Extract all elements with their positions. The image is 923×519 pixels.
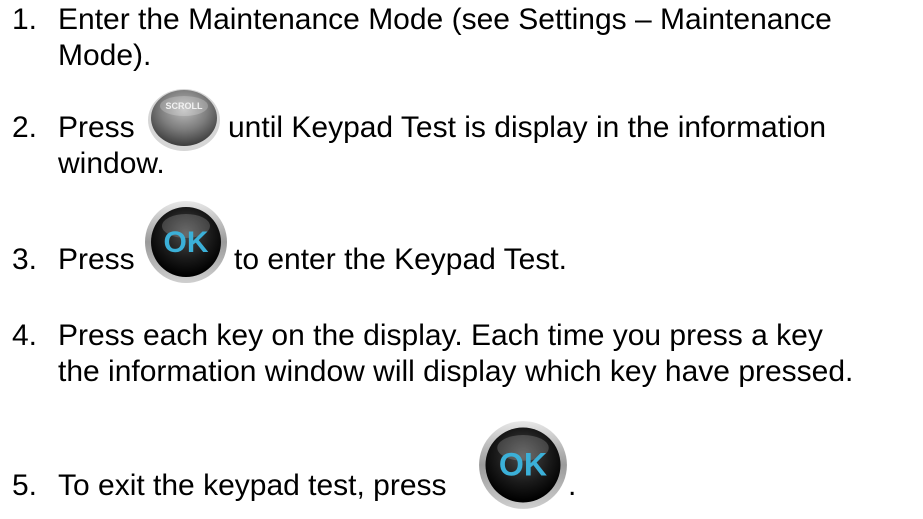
step-text: To exit the keypad test, press: [58, 469, 447, 502]
step-5: 5. To exit the keypad test, press OK .: [0, 0, 923, 519]
ok-button-icon: OK: [479, 421, 567, 509]
step-text: .: [568, 469, 577, 502]
step-number: 5.: [12, 469, 38, 502]
svg-text:OK: OK: [499, 447, 547, 483]
